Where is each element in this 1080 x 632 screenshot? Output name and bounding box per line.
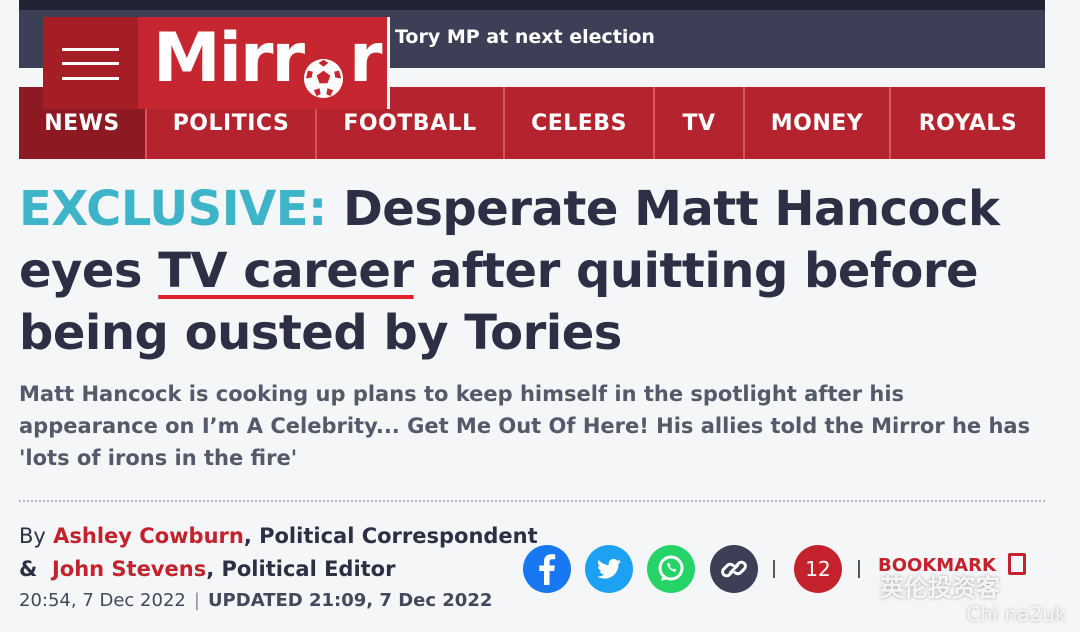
published-time: 20:54, 7 Dec 2022 bbox=[19, 590, 186, 611]
watermark-text: 英伦投资客 bbox=[880, 574, 1000, 602]
comments-count-button[interactable]: 12 bbox=[794, 545, 842, 593]
comments-divider bbox=[858, 560, 860, 578]
nav-item-tv[interactable]: TV bbox=[655, 87, 745, 159]
author-link-john-stevens[interactable]: John Stevens bbox=[52, 557, 206, 581]
article-page: Tory MP at next election NEWS POLITICS F… bbox=[0, 0, 1080, 632]
byline-by: By bbox=[19, 524, 46, 548]
hamburger-icon bbox=[62, 48, 119, 80]
top-story-text[interactable]: Tory MP at next election bbox=[395, 26, 655, 48]
nav-item-royals[interactable]: ROYALS bbox=[891, 87, 1045, 159]
whatsapp-share-button[interactable] bbox=[647, 545, 695, 593]
mirror-logo[interactable]: Mirr r bbox=[153, 19, 383, 98]
facebook-share-button[interactable] bbox=[523, 545, 571, 593]
nav-item-money[interactable]: MONEY bbox=[745, 87, 891, 159]
byline: By Ashley Cowburn, Political Corresponde… bbox=[19, 520, 538, 586]
football-icon bbox=[303, 58, 344, 99]
whatsapp-icon bbox=[658, 555, 684, 581]
author1-role: , Political Correspondent bbox=[243, 524, 538, 548]
watermark-subtext: Chi na2uk bbox=[966, 602, 1067, 626]
headline-tv-career-link[interactable]: TV career bbox=[158, 243, 414, 299]
dotted-divider bbox=[19, 500, 1045, 502]
author2-role: , Political Editor bbox=[206, 557, 396, 581]
facebook-icon bbox=[539, 554, 556, 585]
exclusive-label: EXCLUSIVE: bbox=[19, 181, 327, 237]
nav-item-celebs[interactable]: CELEBS bbox=[505, 87, 655, 159]
copy-link-button[interactable] bbox=[710, 545, 758, 593]
logo-text-end: r bbox=[349, 19, 383, 98]
menu-button[interactable] bbox=[43, 17, 138, 109]
link-icon bbox=[721, 560, 747, 578]
bookmark-icon bbox=[1008, 553, 1026, 575]
banner-image-edge bbox=[19, 0, 1045, 10]
twitter-share-button[interactable] bbox=[585, 545, 633, 593]
byline-ampersand: & bbox=[19, 557, 38, 581]
site-logo-block: Mirr r bbox=[43, 17, 390, 109]
share-divider bbox=[773, 560, 775, 578]
updated-time: UPDATED 21:09, 7 Dec 2022 bbox=[207, 590, 493, 611]
article-dates: 20:54, 7 Dec 2022 | UPDATED 21:09, 7 Dec 2… bbox=[19, 590, 493, 611]
article-headline: EXCLUSIVE: Desperate Matt Hancock eyes T… bbox=[19, 178, 1059, 364]
logo-text-start: Mirr bbox=[153, 19, 305, 98]
article-standfirst: Matt Hancock is cooking up plans to keep… bbox=[19, 382, 1031, 470]
twitter-icon bbox=[597, 558, 621, 579]
author-link-ashley-cowburn[interactable]: Ashley Cowburn bbox=[53, 524, 244, 548]
